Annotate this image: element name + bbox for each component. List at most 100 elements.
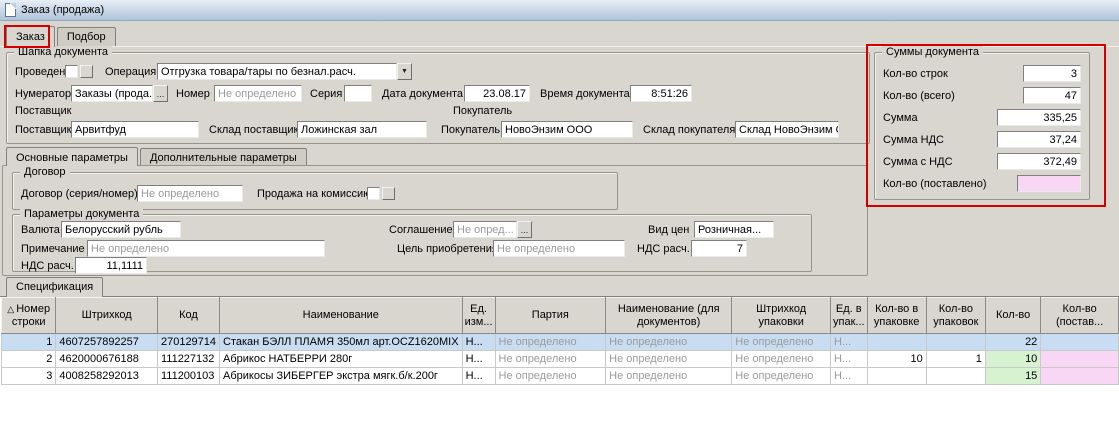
col-header-batch[interactable]: Партия: [495, 298, 606, 334]
cell-line-number[interactable]: 3: [2, 368, 56, 385]
cell-qty-delivered[interactable]: [1041, 368, 1119, 385]
tab-selection[interactable]: Подбор: [57, 27, 116, 46]
numerator-field[interactable]: Заказы (прода...: [71, 85, 153, 102]
col-header-name-for-documents[interactable]: Наименование (для документов): [606, 298, 732, 334]
col-header-pack-barcode[interactable]: Штрихкод упаковки: [732, 298, 831, 334]
col-header-line-number[interactable]: △Номер строки: [2, 298, 56, 334]
col-header-qty[interactable]: Кол-во: [985, 298, 1040, 334]
cell-barcode[interactable]: 4607257892257: [56, 334, 158, 351]
sum-with-vat-field[interactable]: 372,49: [997, 153, 1081, 170]
cell-line-number[interactable]: 2: [2, 351, 56, 368]
buyer-store-field[interactable]: Склад НовоЭнзим ООО: [735, 121, 839, 138]
col-header-code[interactable]: Код: [157, 298, 219, 334]
supplier-store-field[interactable]: Ложинская зал: [297, 121, 427, 138]
cell-pack-unit[interactable]: Н...: [831, 368, 868, 385]
tab-order[interactable]: Заказ: [6, 26, 55, 47]
supplier-field[interactable]: Арвитфуд: [71, 121, 199, 138]
cell-qty-in-pack[interactable]: 10: [867, 351, 926, 368]
cell-unit[interactable]: Н...: [462, 351, 495, 368]
cell-code[interactable]: 111227132: [157, 351, 219, 368]
operation-dropdown-icon[interactable]: ▼: [397, 63, 412, 80]
buyer-field[interactable]: НовоЭнзим ООО: [501, 121, 633, 138]
sum-field[interactable]: 335,25: [997, 109, 1081, 126]
cell-code[interactable]: 270129714: [157, 334, 219, 351]
col-header-name[interactable]: Наименование: [220, 298, 463, 334]
series-field[interactable]: [344, 85, 372, 102]
col-header-pack-unit[interactable]: Ед. в упак...: [831, 298, 868, 334]
sum-with-vat-label: Сумма с НДС: [883, 156, 953, 168]
vat-calc-field[interactable]: 11,1111: [75, 257, 147, 274]
posted-flag-button[interactable]: [80, 65, 93, 78]
specification-table[interactable]: △Номер строки Штрихкод Код Наименование …: [1, 297, 1119, 385]
table-row[interactable]: 1 4607257892257 270129714 Стакан БЭЛЛ ПЛ…: [2, 334, 1119, 351]
window-titlebar[interactable]: Заказ (продажа): [0, 0, 1119, 21]
number-label: Номер: [176, 88, 214, 100]
note-field[interactable]: Не определено: [87, 240, 325, 257]
purchase-purpose-field[interactable]: Не определено: [493, 240, 625, 257]
agreement-ellipsis-icon[interactable]: ...: [517, 221, 532, 238]
table-row[interactable]: 3 4008258292013 111200103 Абрикосы ЗИБЕР…: [2, 368, 1119, 385]
cell-batch[interactable]: Не определено: [495, 351, 606, 368]
cell-unit[interactable]: Н...: [462, 334, 495, 351]
commission-sale-flag-button[interactable]: [382, 187, 395, 200]
cell-pack-barcode[interactable]: Не определено: [732, 351, 831, 368]
number-field[interactable]: Не определено: [214, 85, 302, 102]
vat-rate-field[interactable]: 7: [691, 240, 747, 257]
contract-field[interactable]: Не определено: [137, 185, 243, 202]
tab-extra-params[interactable]: Дополнительные параметры: [140, 148, 307, 165]
cell-line-number[interactable]: 1: [2, 334, 56, 351]
cell-batch[interactable]: Не определено: [495, 334, 606, 351]
cell-qty-in-pack[interactable]: [867, 334, 926, 351]
cell-name[interactable]: Абрикосы ЗИБЕРГЕР экстра мягк.б/к.200г: [220, 368, 463, 385]
lines-count-field[interactable]: 3: [1023, 65, 1081, 82]
col-header-qty-in-pack[interactable]: Кол-во в упаковке: [867, 298, 926, 334]
cell-pack-count[interactable]: [926, 368, 985, 385]
cell-pack-unit[interactable]: Н...: [831, 334, 868, 351]
cell-code[interactable]: 111200103: [157, 368, 219, 385]
cell-qty[interactable]: 22: [985, 334, 1040, 351]
cell-name[interactable]: Стакан БЭЛЛ ПЛАМЯ 350мл арт.OCZ1620MIX: [220, 334, 463, 351]
cell-name[interactable]: Абрикос НАТБЕРРИ 280г: [220, 351, 463, 368]
cell-qty[interactable]: 15: [985, 368, 1040, 385]
tab-extra-params-label: Дополнительные параметры: [150, 152, 297, 164]
price-kind-field[interactable]: Розничная...: [694, 221, 774, 238]
buyer-label: Покупатель: [441, 124, 501, 136]
tab-main-params[interactable]: Основные параметры: [6, 147, 138, 166]
delivered-quantity-field[interactable]: [1017, 175, 1081, 192]
cell-name-for-documents[interactable]: Не определено: [606, 334, 732, 351]
document-time-field[interactable]: 8:51:26: [630, 85, 692, 102]
cell-barcode[interactable]: 4008258292013: [56, 368, 158, 385]
cell-name-for-documents[interactable]: Не определено: [606, 351, 732, 368]
operation-field[interactable]: Отгрузка товара/тары по безнал.расч.: [157, 63, 397, 80]
total-quantity-field[interactable]: 47: [1023, 87, 1081, 104]
document-date-field[interactable]: 23.08.17: [464, 85, 530, 102]
posted-checkbox[interactable]: [65, 65, 78, 78]
currency-field[interactable]: Белорусский рубль: [61, 221, 181, 238]
cell-qty-delivered[interactable]: [1041, 351, 1119, 368]
total-quantity-label: Кол-во (всего): [883, 90, 955, 102]
numerator-ellipsis-icon[interactable]: ...: [153, 85, 168, 102]
col-header-qty-delivered[interactable]: Кол-во (постав...: [1041, 298, 1119, 334]
col-header-unit[interactable]: Ед. изм...: [462, 298, 495, 334]
table-row[interactable]: 2 4620000676188 111227132 Абрикос НАТБЕР…: [2, 351, 1119, 368]
cell-pack-count[interactable]: 1: [926, 351, 985, 368]
commission-sale-checkbox[interactable]: [367, 187, 380, 200]
cell-name-for-documents[interactable]: Не определено: [606, 368, 732, 385]
cell-pack-unit[interactable]: Н...: [831, 351, 868, 368]
cell-qty-delivered[interactable]: [1041, 334, 1119, 351]
cell-qty-in-pack[interactable]: [867, 368, 926, 385]
cell-unit[interactable]: Н...: [462, 368, 495, 385]
tab-main-params-label: Основные параметры: [16, 152, 128, 164]
cell-barcode[interactable]: 4620000676188: [56, 351, 158, 368]
cell-qty[interactable]: 10: [985, 351, 1040, 368]
vat-sum-field[interactable]: 37,24: [997, 131, 1081, 148]
cell-pack-barcode[interactable]: Не определено: [732, 368, 831, 385]
document-header-group-title: Шапка документа: [14, 46, 112, 59]
agreement-field[interactable]: Не опред...: [453, 221, 517, 238]
cell-pack-barcode[interactable]: Не определено: [732, 334, 831, 351]
col-header-pack-count[interactable]: Кол-во упаковок: [926, 298, 985, 334]
cell-batch[interactable]: Не определено: [495, 368, 606, 385]
cell-pack-count[interactable]: [926, 334, 985, 351]
col-header-barcode[interactable]: Штрихкод: [56, 298, 158, 334]
tab-specification[interactable]: Спецификация: [6, 277, 103, 297]
